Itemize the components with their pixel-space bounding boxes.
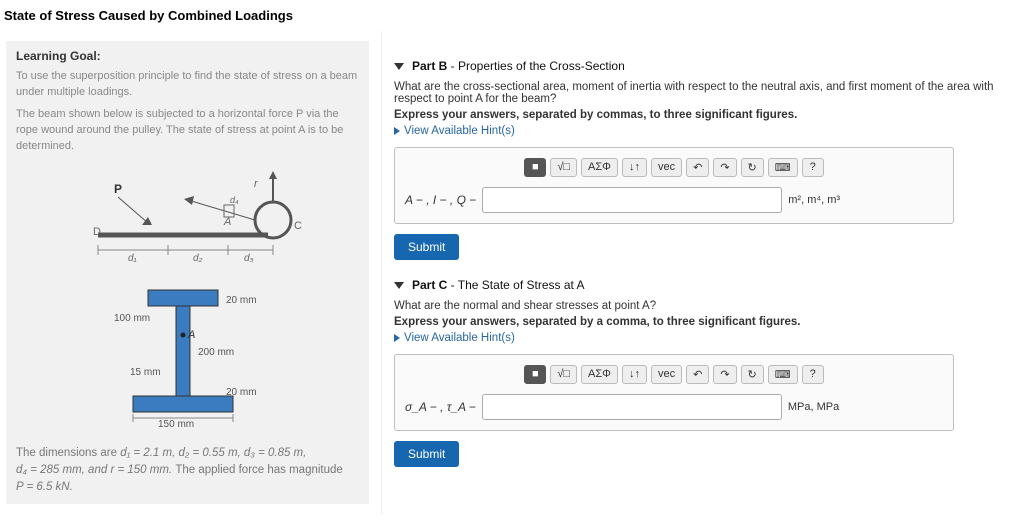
dims-P: P = 6.5 kN. [16,481,73,493]
partC-header[interactable]: Part C - The State of Stress at A [394,278,1012,292]
tool-redo-icon[interactable]: ↷ [713,158,736,177]
tool-greek-icon[interactable]: ΑΣΦ [581,158,618,177]
left-panel: Learning Goal: To use the superposition … [0,31,382,514]
page-title: State of Stress Caused by Combined Loadi… [0,0,1024,31]
partB-instruction: Express your answers, separated by comma… [394,109,1012,121]
partB-answer-input[interactable] [482,187,782,213]
dims-r: r = 150 mm. [110,464,175,476]
A-label: A [223,216,231,228]
dim-200mm: 200 mm [198,347,234,358]
partC-question: What are the normal and shear stresses a… [394,300,1012,312]
caret-down-icon [394,63,404,70]
dims-d1: d₁ = 2.1 m, [120,447,178,459]
tool-keyboard-icon[interactable]: ⌨ [768,158,798,177]
dim-20mm-bot: 20 mm [226,387,257,398]
learning-goal-intro: To use the superposition principle to fi… [16,69,359,101]
partB-title: Part B - Properties of the Cross-Section [412,59,625,73]
tool-redo-icon[interactable]: ↷ [713,365,736,384]
tool-keyboard-icon[interactable]: ⌨ [768,365,798,384]
partC-units: MPa, MPa [788,401,839,413]
partC-toolbar: ■ √□ ΑΣΦ ↓↑ vec ↶ ↷ ↻ ⌨ ? [405,365,943,384]
partB-units: m², m⁴, m³ [788,194,840,206]
partB-header[interactable]: Part B - Properties of the Cross-Section [394,59,1012,73]
tool-sqrt-icon[interactable]: √□ [550,365,577,384]
dim-15mm: 15 mm [130,367,161,378]
dims-intro: The dimensions are [16,447,120,459]
right-panel: Part B - Properties of the Cross-Section… [382,31,1024,514]
caret-down-icon [394,282,404,289]
dim-20mm-top: 20 mm [226,295,257,306]
tool-template-icon[interactable]: ■ [524,158,546,177]
dims-d2: d₂ = 0.55 m, [178,447,243,459]
triangle-right-icon [394,127,400,135]
dim-150mm: 150 mm [158,419,194,430]
tool-subsup-icon[interactable]: ↓↑ [622,365,647,384]
learning-goal-body: The beam shown below is subjected to a h… [16,107,359,155]
d2-label: d₂ [193,253,203,264]
main-layout: Learning Goal: To use the superposition … [0,31,1024,514]
learning-goal-box: Learning Goal: To use the superposition … [6,41,369,504]
dimensions-text: The dimensions are d₁ = 2.1 m, d₂ = 0.55… [16,445,359,497]
partC-answer-label: σ_A − , τ_A − [405,400,476,414]
tool-undo-icon[interactable]: ↶ [686,158,709,177]
partB-toolbar: ■ √□ ΑΣΦ ↓↑ vec ↶ ↷ ↻ ⌨ ? [405,158,943,177]
beam-figure: P D A C r d₄ d₁ d₂ [16,165,359,265]
p-label: P [114,182,122,196]
cross-section-svg: A 20 mm 100 mm 200 mm 15 mm 20 mm 150 mm [88,275,288,435]
triangle-right-icon [394,334,400,342]
partC-instruction: Express your answers, separated by a com… [394,316,1012,328]
partC-answer-input[interactable] [482,394,782,420]
tool-vec-icon[interactable]: vec [651,365,682,384]
d3-label: d₃ [244,253,254,264]
partB-submit-button[interactable]: Submit [394,234,459,260]
tool-undo-icon[interactable]: ↶ [686,365,709,384]
tool-help-icon[interactable]: ? [802,158,824,177]
partB-question: What are the cross-sectional area, momen… [394,81,1012,105]
tool-reset-icon[interactable]: ↻ [741,158,764,177]
tool-sqrt-icon[interactable]: √□ [550,158,577,177]
partB-answer-label: A − , I − , Q − [405,193,476,207]
tool-help-icon[interactable]: ? [802,365,824,384]
tool-vec-icon[interactable]: vec [651,158,682,177]
beam-diagram-svg: P D A C r d₄ d₁ d₂ [58,165,318,265]
partC-title: Part C - The State of Stress at A [412,278,585,292]
partC-hint-toggle[interactable]: View Available Hint(s) [394,332,1012,344]
C-label: C [294,220,302,232]
section-figure: A 20 mm 100 mm 200 mm 15 mm 20 mm 150 mm [16,275,359,435]
tool-subsup-icon[interactable]: ↓↑ [622,158,647,177]
tool-greek-icon[interactable]: ΑΣΦ [581,365,618,384]
dims-post: The applied force has magnitude [175,464,343,476]
partB-answer-box: ■ √□ ΑΣΦ ↓↑ vec ↶ ↷ ↻ ⌨ ? A − , I − , Q … [394,147,954,224]
dims-d4: d₄ = 285 mm, and [16,464,110,476]
learning-goal-heading: Learning Goal: [16,49,359,63]
r-label: r [254,178,259,190]
tool-template-icon[interactable]: ■ [524,365,546,384]
D-label: D [93,226,101,238]
partB-hint-toggle[interactable]: View Available Hint(s) [394,125,1012,137]
partC-answer-box: ■ √□ ΑΣΦ ↓↑ vec ↶ ↷ ↻ ⌨ ? σ_A − , τ_A − … [394,354,954,431]
d4-label: d₄ [230,195,239,205]
tool-reset-icon[interactable]: ↻ [741,365,764,384]
dim-100mm: 100 mm [114,313,150,324]
section-A-label: A [187,329,195,341]
partC-answer-line: σ_A − , τ_A − MPa, MPa [405,394,943,420]
partC-submit-button[interactable]: Submit [394,441,459,467]
d1-label: d₁ [128,253,137,264]
dims-d3: d₃ = 0.85 m, [244,447,306,459]
partB-answer-line: A − , I − , Q − m², m⁴, m³ [405,187,943,213]
